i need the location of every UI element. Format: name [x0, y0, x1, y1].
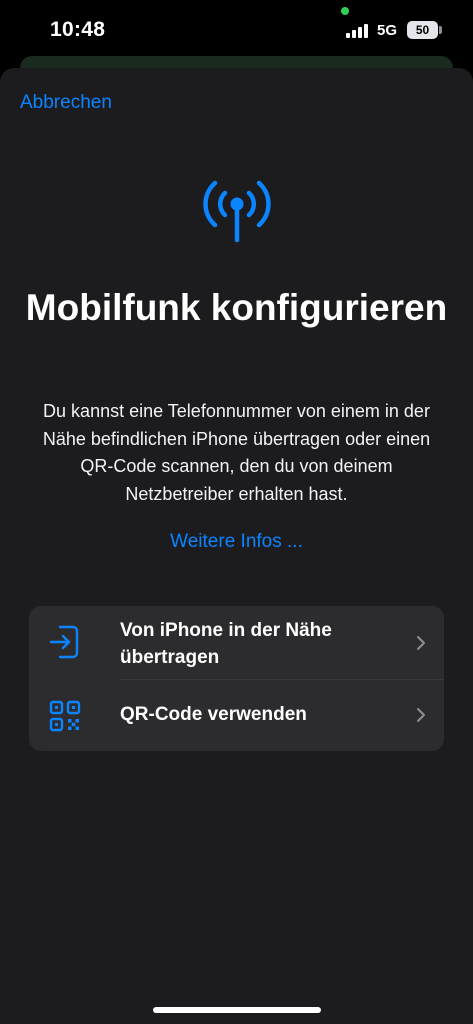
status-bar: 10:48 5G 50	[0, 0, 473, 62]
chevron-right-icon	[417, 708, 425, 722]
page-title: Mobilfunk konfigurieren	[25, 287, 448, 328]
option-label: QR-Code verwenden	[120, 704, 307, 725]
camera-in-use-indicator	[341, 7, 349, 15]
more-info-link[interactable]: Weitere Infos ...	[0, 531, 473, 553]
network-type: 5G	[377, 22, 398, 39]
page-description: Du kannst eine Telefonnummer von einem i…	[42, 401, 431, 504]
transfer-in-icon	[49, 625, 79, 659]
status-time: 10:48	[50, 18, 106, 41]
use-qr-code-option[interactable]: QR-Code verwenden	[29, 679, 444, 751]
battery-cap	[439, 26, 442, 34]
cellular-signal-icon	[346, 24, 368, 38]
transfer-from-nearby-iphone-option[interactable]: Von iPhone in der Nähe übertragen	[29, 606, 444, 679]
qr-code-icon	[49, 700, 81, 732]
home-indicator[interactable]	[153, 1007, 321, 1013]
setup-options-list: Von iPhone in der Nähe übertragen QR-Cod…	[29, 606, 444, 751]
option-label: Von iPhone in der Nähe übertragen	[120, 620, 332, 668]
antenna-radiowaves-icon	[203, 180, 271, 243]
battery-icon: 50	[407, 21, 438, 39]
chevron-right-icon	[417, 636, 425, 650]
cancel-button[interactable]: Abbrechen	[20, 92, 112, 114]
